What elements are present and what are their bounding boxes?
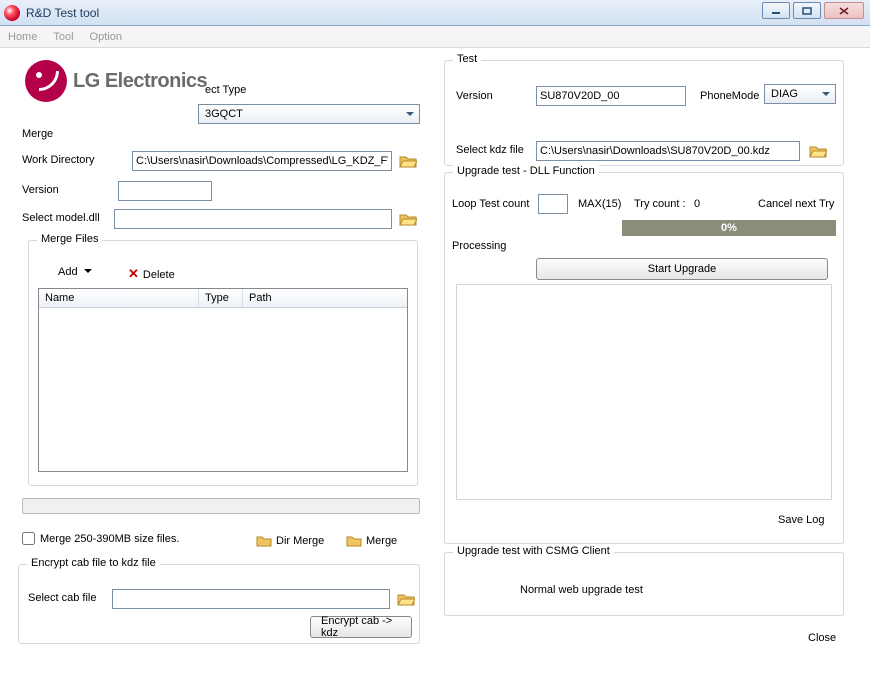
merge-size-checkbox-label: Merge 250-390MB size files. [40,533,179,545]
selkdz-input[interactable] [536,141,800,161]
encrypt-legend: Encrypt cab file to kdz file [27,557,160,569]
test-version-label: Version [456,90,493,102]
selkdz-browse-icon[interactable] [808,142,828,160]
csmg-group: Upgrade test with CSMG Client [444,552,844,616]
add-button[interactable]: Add [58,266,92,278]
merge-legend: Merge [22,128,53,140]
menu-home[interactable]: Home [8,31,37,43]
workdir-browse-icon[interactable] [398,152,418,170]
app-icon [4,5,20,21]
version-label: Version [22,184,59,196]
table-header: Name Type Path [39,289,407,308]
logo-block: LG Electronics [25,60,207,102]
maximize-button[interactable] [793,2,821,19]
selcab-browse-icon[interactable] [396,590,416,608]
mergefiles-table[interactable]: Name Type Path [38,288,408,472]
try-value: 0 [694,198,700,210]
menu-tool[interactable]: Tool [53,31,73,43]
phonemode-label: PhoneMode [700,90,759,102]
col-name[interactable]: Name [39,289,199,307]
logo-text: LG Electronics [73,70,207,93]
lg-logo-icon [25,60,67,102]
max-label: MAX(15) [578,198,621,210]
loop-input[interactable] [538,194,568,214]
upgrade-progress: 0% [622,220,836,236]
test-version-input[interactable] [536,86,686,106]
table-body [39,308,407,468]
workdir-label: Work Directory [22,154,95,166]
col-type[interactable]: Type [199,289,243,307]
phonemode-value: DIAG [771,88,798,100]
select-type-combo[interactable]: 3GQCT [198,104,420,124]
phonemode-combo[interactable]: DIAG [764,84,836,104]
merge-progress [22,498,420,514]
modeldll-input[interactable] [114,209,392,229]
csmg-text: Normal web upgrade test [520,584,643,596]
mergefiles-legend: Merge Files [37,233,102,245]
selcab-label: Select cab file [28,592,96,604]
workdir-input[interactable] [132,151,392,171]
test-legend: Test [453,53,481,65]
version-input[interactable] [118,181,212,201]
window-title: R&D Test tool [26,6,99,20]
chevron-down-icon [84,269,92,277]
log-area[interactable] [456,284,832,500]
menubar: Home Tool Option [0,26,870,48]
delete-button[interactable]: ✕Delete [128,266,175,282]
try-label: Try count : [634,198,686,210]
menu-option[interactable]: Option [90,31,122,43]
folder-icon [256,534,272,547]
save-log-button[interactable]: Save Log [778,514,824,526]
select-type-label: ect Type [205,84,246,96]
delete-x-icon: ✕ [128,266,139,281]
folder-icon [346,534,362,547]
close-window-button[interactable] [824,2,864,19]
modeldll-browse-icon[interactable] [398,210,418,228]
csmg-legend: Upgrade test with CSMG Client [453,545,614,557]
modeldll-label: Select model.dll [22,212,100,224]
merge-size-checkbox-input[interactable] [22,532,35,545]
merge-button[interactable]: Merge [346,534,397,547]
dir-merge-button[interactable]: Dir Merge [256,534,324,547]
start-upgrade-button[interactable]: Start Upgrade [536,258,828,280]
close-button[interactable]: Close [808,632,836,644]
selcab-input[interactable] [112,589,390,609]
merge-size-checkbox[interactable]: Merge 250-390MB size files. [22,532,179,545]
selkdz-label: Select kdz file [456,144,524,156]
cancel-next-try[interactable]: Cancel next Try [758,198,834,210]
col-path[interactable]: Path [243,289,407,307]
titlebar: R&D Test tool [0,0,870,26]
minimize-button[interactable] [762,2,790,19]
processing-label: Processing [452,240,506,252]
upgrade-legend: Upgrade test - DLL Function [453,165,599,177]
loop-label: Loop Test count [452,198,529,210]
select-type-value: 3GQCT [205,108,243,120]
encrypt-button[interactable]: Encrypt cab -> kdz [310,616,412,638]
